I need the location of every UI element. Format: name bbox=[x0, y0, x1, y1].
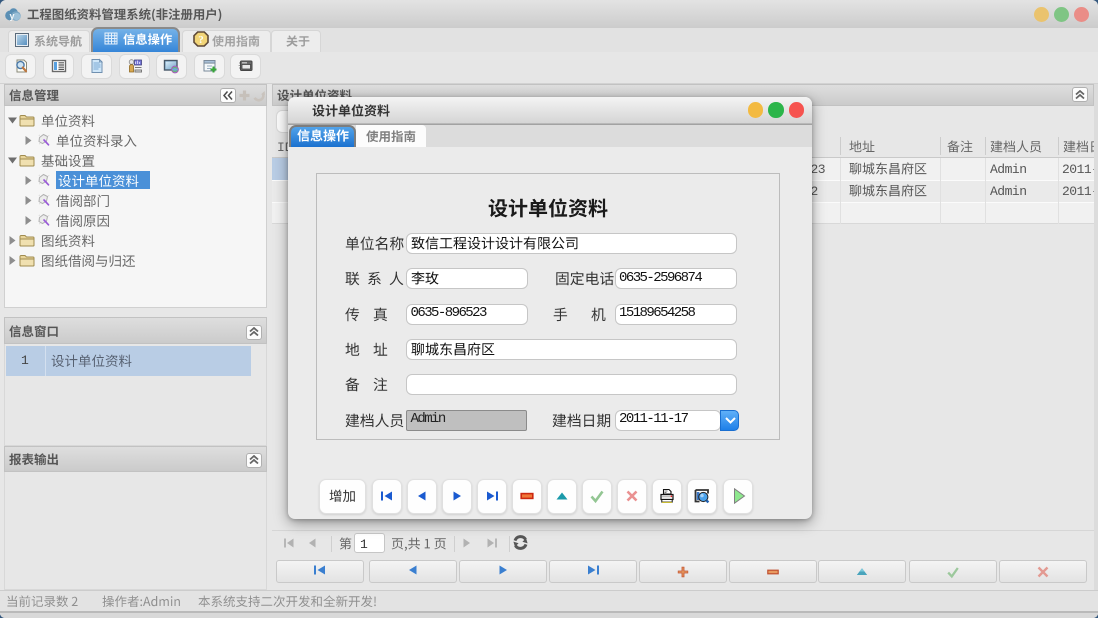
svg-text:y: y bbox=[9, 11, 14, 21]
svg-text:?: ? bbox=[198, 34, 204, 46]
